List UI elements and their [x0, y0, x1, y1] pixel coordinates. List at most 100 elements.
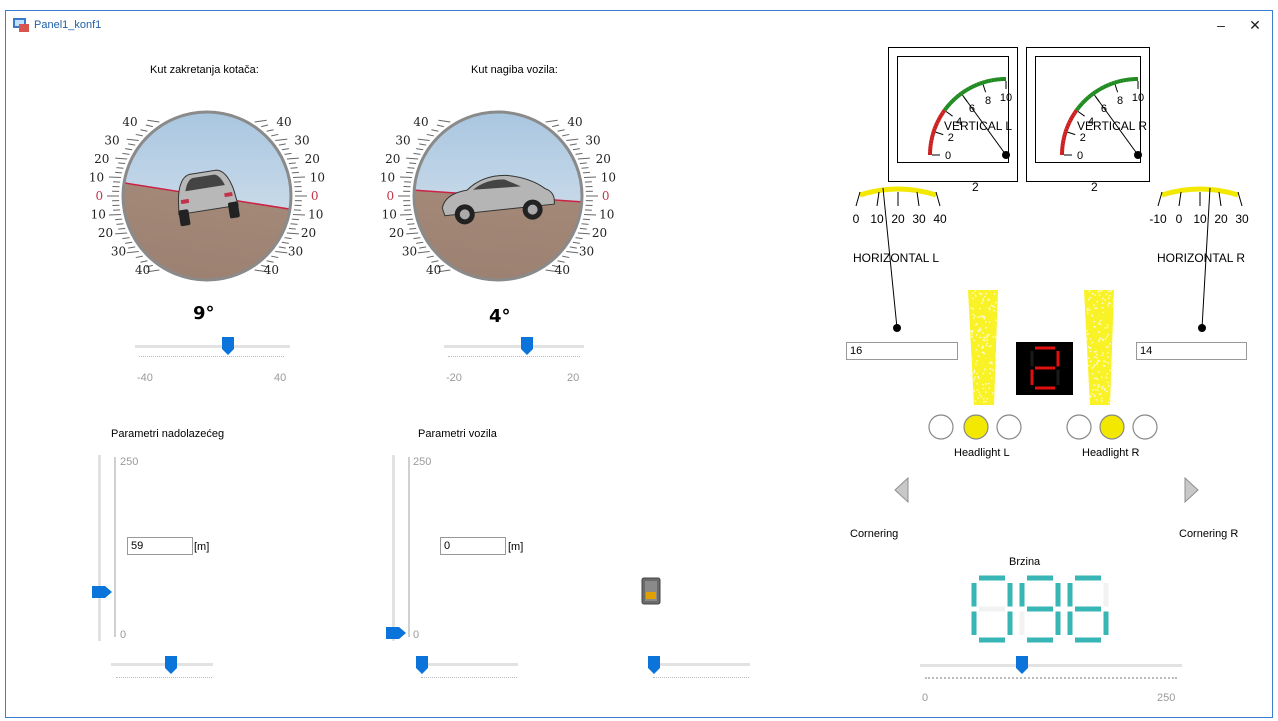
gauge-tick [1178, 191, 1182, 207]
gauge-arc-segment [929, 136, 935, 141]
gauge-tick-label: 10 [1193, 212, 1207, 226]
gauge-arc-segment [1069, 114, 1075, 119]
vehicle-distance-field[interactable]: 0 [440, 537, 506, 555]
wheel-slider-max: 40 [274, 372, 287, 384]
vehicle-hslider-thumb[interactable] [416, 656, 428, 674]
scale-label: 40 [276, 115, 291, 129]
gauge-tick-label: 8 [985, 95, 991, 107]
tilt-angle-slider[interactable] [444, 337, 584, 367]
oncoming-max: 250 [120, 456, 139, 468]
horizontal-l-field[interactable]: 16 [846, 342, 958, 360]
gauge-arc-segment [1108, 81, 1113, 87]
cornering-left-arrow-icon[interactable] [894, 476, 910, 504]
oncoming-slider-thumb[interactable] [92, 586, 112, 598]
oncoming-distance-field[interactable]: 59 [127, 537, 193, 555]
scale-label: 30 [585, 134, 600, 148]
gauge-arc-segment [1089, 91, 1095, 97]
tilt-slider-max: 20 [567, 372, 580, 384]
gauge-arc-segment [946, 102, 952, 107]
scale-label: 20 [596, 152, 611, 166]
gauge-arc-segment [928, 139, 934, 144]
tilt-angle-indicator: 40 4030 3020 2010 100 010 1020 2030 3040 40 [380, 110, 616, 282]
horizontal-r-field[interactable]: 14 [1136, 342, 1247, 360]
vehicle-slider-thumb[interactable] [386, 627, 406, 639]
gauge-tick [876, 191, 880, 207]
gauge-arc-segment [1062, 133, 1067, 138]
headlight-lamp [1132, 414, 1158, 440]
scale-label: 10 [308, 208, 323, 222]
gauge-tick-label: 20 [891, 212, 905, 226]
gauge-arc-segment [984, 79, 989, 84]
wheel-slider-thumb[interactable] [222, 337, 234, 355]
scale-tick [407, 167, 415, 169]
gauge-arc-segment [1062, 130, 1068, 135]
vehicle-horizontal-slider[interactable] [416, 656, 518, 684]
scale-label: 0 [602, 189, 610, 203]
vehicle-vertical-slider[interactable] [386, 455, 416, 641]
gauge-arc-segment [965, 86, 970, 92]
toggle-switch-icon[interactable] [641, 577, 661, 605]
gauge-tick-label: 10 [1000, 92, 1012, 104]
close-button[interactable]: ✕ [1240, 13, 1270, 37]
gauge-arc-segment [1085, 95, 1090, 101]
gauge-arc-segment [1060, 139, 1066, 144]
switch-slider[interactable] [648, 656, 750, 684]
gauge-arc-segment [942, 106, 948, 112]
scale-label: 40 [426, 263, 441, 277]
scale-label: 40 [122, 115, 137, 129]
gauge-arc-segment [960, 90, 965, 96]
scale-label: 20 [389, 226, 404, 240]
gauge-tick-label: 40 [933, 212, 947, 226]
headlight-lamp [1066, 414, 1092, 440]
gauge-arc-segment [990, 77, 995, 83]
headlight-lamp [996, 414, 1022, 440]
scale-label: 20 [385, 152, 400, 166]
gauge-arc-segment [1122, 77, 1127, 83]
gauge-arc-segment [937, 114, 943, 119]
oncoming-vertical-slider[interactable] [92, 455, 122, 641]
scale-tick [115, 218, 123, 221]
speed-label: Brzina [1009, 556, 1041, 568]
scale-tick [115, 171, 123, 174]
scale-tick [290, 167, 298, 169]
vehicle-max: 250 [413, 456, 432, 468]
speed-slider[interactable] [920, 656, 1182, 686]
gauge-arc-segment [935, 119, 941, 125]
gauge-tick-label: 0 [1077, 150, 1083, 162]
scale-tick [406, 218, 414, 221]
gauge-tick-label: 8 [1117, 95, 1123, 107]
scale-tick [406, 171, 414, 174]
gauge-tick [855, 191, 861, 207]
tilt-slider-thumb[interactable] [521, 337, 533, 355]
gauge-tick [1157, 191, 1163, 207]
headlight-beam-right [1084, 290, 1116, 405]
gauge-arc-segment [970, 84, 976, 90]
oncoming-hslider-thumb[interactable] [165, 656, 177, 674]
tilt-angle-value: 4° [489, 306, 511, 327]
vertical-r-label: VERTICAL R [1077, 119, 1148, 133]
gauge-arc-segment [962, 88, 968, 94]
speed-slider-thumb[interactable] [1016, 656, 1028, 674]
scale-label: 20 [305, 152, 320, 166]
headlight-lamp [963, 414, 989, 440]
minimize-button[interactable]: – [1206, 13, 1236, 37]
vehicle-unit: [m] [508, 541, 524, 553]
scale-tick [290, 223, 298, 225]
scale-tick [581, 167, 589, 169]
gauge-tick [935, 191, 941, 207]
oncoming-min: 0 [120, 629, 127, 641]
wheel-angle-value: 9° [193, 303, 215, 324]
scale-label: 10 [601, 171, 616, 185]
gauge-arc-segment [1078, 102, 1084, 107]
switch-slider-thumb[interactable] [648, 656, 660, 674]
gauge-arc-segment [1074, 106, 1080, 112]
scale-label: 40 [264, 263, 279, 277]
gauge-arc-segment [1097, 86, 1102, 92]
oncoming-horizontal-slider[interactable] [111, 656, 213, 684]
wheel-angle-slider[interactable] [135, 337, 290, 367]
scale-label: 40 [567, 115, 582, 129]
scale-tick [582, 171, 590, 174]
cornering-r-label: Cornering R [1179, 528, 1239, 540]
cornering-right-arrow-icon[interactable] [1183, 476, 1199, 504]
gauge-tick [916, 191, 920, 207]
